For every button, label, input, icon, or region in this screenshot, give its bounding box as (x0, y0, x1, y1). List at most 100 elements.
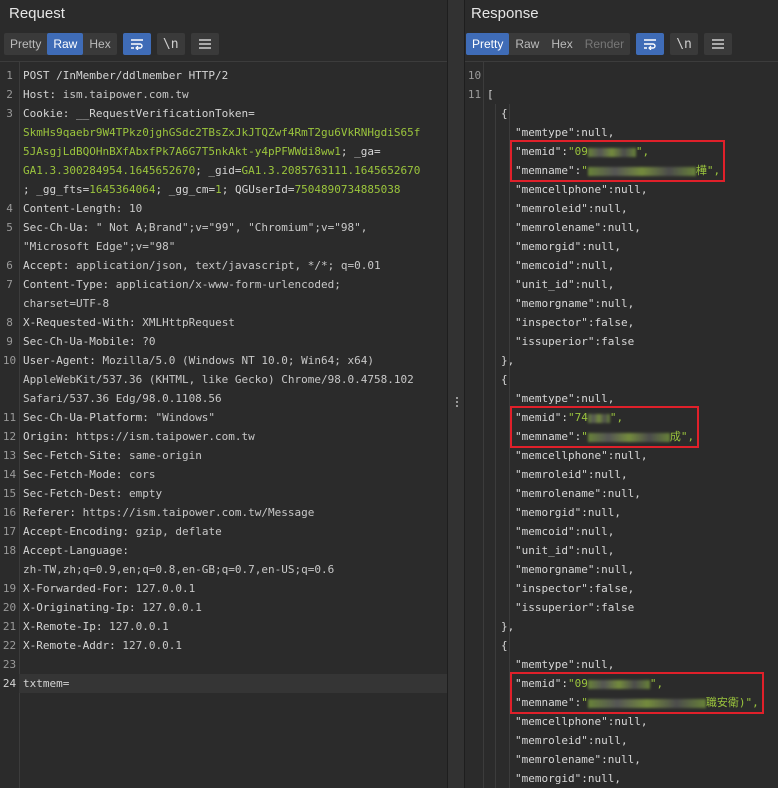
line-number: 20 (2, 601, 17, 614)
request-line-gutter: 1 2 3 4 5 6 7 8 9 10 11 12 13 14 15 16 17 18 19 20 21 22 23 24 (0, 62, 20, 788)
response-pane: Response Pretty Raw Hex Render \n 10 11 [{"m… (465, 0, 778, 788)
code-line: "memcellphone":null, (483, 180, 778, 199)
newline-toggle-button[interactable]: \n (156, 33, 185, 55)
menu-icon[interactable] (704, 33, 733, 55)
code-token: :false (594, 335, 635, 348)
code-token: ism.taipower.com.tw (62, 88, 189, 101)
response-editor[interactable]: 10 11 [{"memtype":null, "memid":"09 ", "memn… (465, 61, 778, 788)
code-token: :false (594, 601, 635, 614)
tab-pretty[interactable]: Pretty (466, 33, 510, 55)
code-line: [ (483, 85, 778, 104)
code-token: :false, (587, 316, 635, 329)
code-line: "memcellphone":null, (483, 712, 778, 731)
code-token: :null, (581, 772, 621, 785)
code-line: { (483, 370, 778, 389)
code-line: User-Agent: Mozilla/5.0 (Windows NT 10.0… (19, 351, 447, 370)
code-token: }, (501, 620, 515, 633)
code-line: ; _gg_fts=1645364064; _gg_cm=1; QGUserId… (19, 180, 447, 199)
code-line: "memorgid":null, (483, 769, 778, 788)
wrap-icon[interactable] (122, 33, 151, 55)
code-token: :null, (601, 487, 641, 500)
code-line: "unit_id":null, (483, 541, 778, 560)
line-number: 15 (2, 487, 17, 500)
code-line: X-Remote-Ip: 127.0.0.1 (19, 617, 447, 636)
tab-render[interactable]: Render (579, 33, 630, 55)
request-code[interactable]: POST /InMember/ddlmember HTTP/2 Host: ism… (19, 62, 447, 788)
code-token: Sec-Ch-Ua-Mobile: (23, 335, 143, 348)
code-token: "memcoid" (515, 525, 575, 538)
line-number: 10 (467, 69, 482, 82)
code-token: :null, (594, 563, 635, 576)
code-line: "memroleid":null, (483, 199, 778, 218)
menu-icon[interactable] (190, 33, 219, 55)
tab-hex[interactable]: Hex (83, 33, 116, 55)
request-editor[interactable]: 1 2 3 4 5 6 7 8 9 10 11 12 13 14 15 16 17 18 19 20 21 22 23 24 … (0, 61, 447, 788)
request-view-tabs: Pretty Raw Hex (4, 33, 117, 55)
code-token: "memorgid" (515, 772, 582, 785)
code-token: X-Originating-Ip: (23, 601, 143, 614)
code-token: :null, (574, 278, 615, 291)
code-line: Accept: application/json, text/javascrip… (19, 256, 447, 275)
code-token: { (501, 639, 508, 652)
code-line: Accept-Language: (19, 541, 447, 560)
code-token: cors (128, 468, 156, 481)
wrap-icon[interactable] (636, 33, 665, 55)
code-token: :null, (607, 449, 648, 462)
tab-raw[interactable]: Raw (47, 33, 84, 55)
code-token: ; _gg_fts= (23, 183, 90, 196)
line-number: 19 (2, 582, 17, 595)
response-code[interactable]: [{"memtype":null, "memid":"09 ", "memname":… (483, 62, 778, 788)
code-line: X-Remote-Addr: 127.0.0.1 (19, 636, 447, 655)
code-token: "memtype" (515, 126, 575, 139)
code-line: Sec-Ch-Ua-Platform: "Windows" (19, 408, 447, 427)
code-token: }, (501, 354, 515, 367)
line-number: 21 (2, 620, 17, 633)
splitter-grip-icon[interactable] (456, 397, 458, 409)
code-line: POST /InMember/ddlmember HTTP/2 (19, 66, 447, 85)
code-line: "memcoid":null, (483, 256, 778, 275)
code-token: :null, (601, 221, 641, 234)
response-toolbar: Pretty Raw Hex Render \n (466, 33, 733, 55)
line-number: 9 (6, 335, 13, 348)
code-line: Safari/537.36 Edg/98.0.1108.56 (19, 389, 447, 408)
code-token: 127.0.0.1 (135, 582, 196, 595)
tab-raw[interactable]: Raw (509, 33, 545, 55)
code-token: :null, (587, 468, 628, 481)
code-token: Safari/537.36 Edg/98.0.1108.56 (23, 392, 222, 405)
code-line: "memcellphone":null, (483, 446, 778, 465)
code-token: Content-Length: (23, 202, 129, 215)
code-token: "memcoid" (515, 259, 575, 272)
code-line: Origin: https://ism.taipower.com.tw (19, 427, 447, 446)
code-token: ; _ga= (340, 145, 381, 158)
code-token: ; QGUserId= (221, 183, 295, 196)
code-line: Sec-Fetch-Dest: empty (19, 484, 447, 503)
code-token: txtmem= (23, 677, 70, 690)
newline-toggle-button[interactable]: \n (670, 33, 699, 55)
code-token: Sec-Fetch-Dest: (23, 487, 129, 500)
code-token: 10 (128, 202, 143, 215)
code-line: "memrolename":null, (483, 218, 778, 237)
line-number: 7 (6, 278, 13, 291)
code-line: "memroleid":null, (483, 731, 778, 750)
line-number: 18 (2, 544, 17, 557)
highlight-box (510, 672, 764, 714)
tab-pretty[interactable]: Pretty (4, 33, 47, 55)
code-token: :null, (607, 715, 648, 728)
tab-hex[interactable]: Hex (545, 33, 578, 55)
code-token: Referer: (23, 506, 83, 519)
code-token: empty (128, 487, 163, 500)
code-line: "inspector":false, (483, 579, 778, 598)
code-line: AppleWebKit/537.36 (KHTML, like Gecko) C… (19, 370, 447, 389)
code-line: Content-Type: application/x-www-form-url… (19, 275, 447, 294)
line-number: 4 (6, 202, 13, 215)
code-token: Sec-Ch-Ua-Platform: (23, 411, 156, 424)
line-number: 16 (2, 506, 17, 519)
code-token: :null, (574, 658, 615, 671)
code-token: charset=UTF-8 (23, 297, 110, 310)
code-token: "memrolename" (515, 487, 602, 500)
code-token: " Not A;Brand";v="99", "Chromium";v="98"… (95, 221, 368, 234)
code-token: "Windows" (155, 411, 216, 424)
code-token: Host: (23, 88, 63, 101)
pane-splitter[interactable] (447, 0, 465, 788)
code-token: :null, (587, 202, 628, 215)
